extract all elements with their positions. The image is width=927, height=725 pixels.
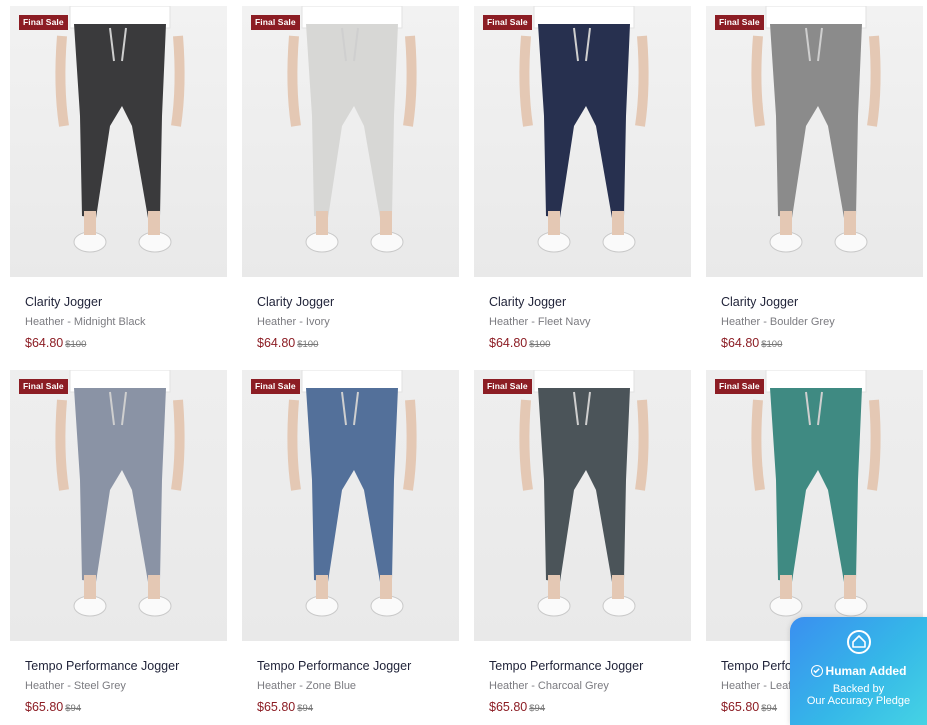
accuracy-pledge-badge[interactable]: Human Added Backed by Our Accuracy Pledg… [790,617,927,725]
compare-at-price: $100 [529,339,551,350]
product-image[interactable]: Final Sale [706,370,923,641]
price-row: $65.80 $94 [257,698,313,716]
sale-price: $65.80 [257,700,296,714]
price-row: $65.80 $94 [489,698,545,716]
product-color: Heather - Charcoal Grey [489,680,609,692]
product-image[interactable]: Final Sale [10,370,227,641]
final-sale-badge: Final Sale [19,15,68,30]
price-row: $64.80 $100 [721,334,782,352]
final-sale-badge: Final Sale [251,379,300,394]
product-color: Heather - Zone Blue [257,680,357,692]
product-image[interactable]: Final Sale [242,6,459,277]
sale-price: $64.80 [721,336,760,350]
product-title[interactable]: Tempo Performance Jogger [489,659,643,673]
jogger-model-illustration [751,370,881,617]
final-sale-badge: Final Sale [483,15,532,30]
pledge-subtitle: Backed by Our Accuracy Pledge [806,683,911,707]
product-title[interactable]: Clarity Jogger [257,295,334,309]
final-sale-badge: Final Sale [19,379,68,394]
price-row: $65.80 $94 [721,698,777,716]
jogger-model-illustration [519,6,649,253]
jogger-model-illustration [287,370,417,617]
jogger-model-illustration [55,370,185,617]
product-color: Heather - Fleet Navy [489,316,591,328]
product-image[interactable]: Final Sale [474,6,691,277]
jogger-model-illustration [55,6,185,253]
product-image[interactable]: Final Sale [10,6,227,277]
sale-price: $65.80 [721,700,760,714]
sale-price: $65.80 [25,700,64,714]
check-circle-icon [810,665,823,677]
product-title[interactable]: Clarity Jogger [721,295,798,309]
compare-at-price: $100 [761,339,783,350]
product-image[interactable]: Final Sale [706,6,923,277]
compare-at-price: $94 [65,703,82,714]
jogger-model-illustration [751,6,881,253]
product-color: Heather - Boulder Grey [721,316,835,328]
compare-at-price: $100 [297,339,319,350]
home-icon [847,630,871,654]
product-color: Heather - Midnight Black [25,316,146,328]
price-row: $64.80 $100 [257,334,318,352]
sale-price: $64.80 [257,336,296,350]
final-sale-badge: Final Sale [483,379,532,394]
jogger-model-illustration [519,370,649,617]
sale-price: $65.80 [489,700,528,714]
jogger-model-illustration [287,6,417,253]
final-sale-badge: Final Sale [715,379,764,394]
price-row: $64.80 $100 [25,334,86,352]
product-title[interactable]: Clarity Jogger [25,295,102,309]
sale-price: $64.80 [25,336,64,350]
product-image[interactable]: Final Sale [474,370,691,641]
product-title[interactable]: Tempo Performance Jogger [257,659,411,673]
price-row: $64.80 $100 [489,334,550,352]
product-title[interactable]: Tempo Performance Jogger [25,659,179,673]
sale-price: $64.80 [489,336,528,350]
price-row: $65.80 $94 [25,698,81,716]
pledge-title: Human Added [790,664,927,678]
compare-at-price: $94 [761,703,778,714]
compare-at-price: $100 [65,339,87,350]
compare-at-price: $94 [529,703,546,714]
product-color: Heather - Steel Grey [25,680,126,692]
final-sale-badge: Final Sale [251,15,300,30]
final-sale-badge: Final Sale [715,15,764,30]
product-title[interactable]: Clarity Jogger [489,295,566,309]
product-color: Heather - Ivory [257,316,330,328]
compare-at-price: $94 [297,703,314,714]
product-image[interactable]: Final Sale [242,370,459,641]
